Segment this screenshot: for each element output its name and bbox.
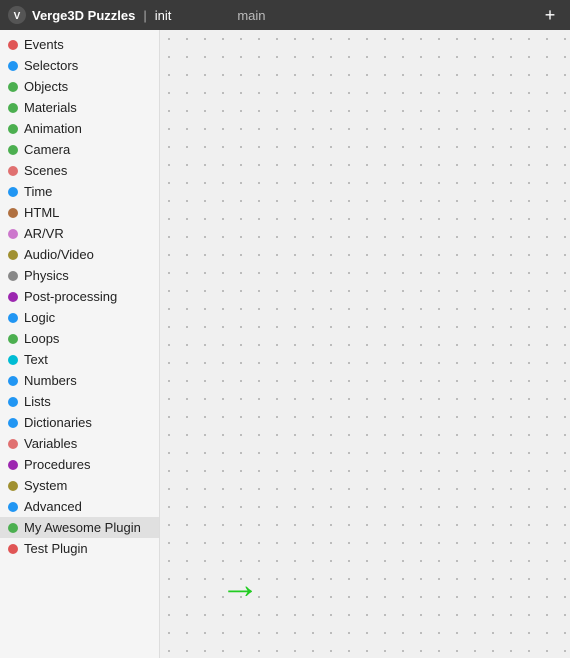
sidebar-item-lists[interactable]: Lists (0, 391, 159, 412)
header-divider: | (143, 8, 146, 23)
sidebar-label-objects: Objects (24, 79, 68, 94)
category-dot-text (8, 355, 18, 365)
sidebar-item-dictionaries[interactable]: Dictionaries (0, 412, 159, 433)
sidebar-item-post_processing[interactable]: Post-processing (0, 286, 159, 307)
category-dot-objects (8, 82, 18, 92)
category-dot-post_processing (8, 292, 18, 302)
sidebar-item-advanced[interactable]: Advanced (0, 496, 159, 517)
sidebar-item-physics[interactable]: Physics (0, 265, 159, 286)
category-dot-html (8, 208, 18, 218)
sidebar-label-lists: Lists (24, 394, 51, 409)
sidebar-item-scenes[interactable]: Scenes (0, 160, 159, 181)
sidebar-item-procedures[interactable]: Procedures (0, 454, 159, 475)
sidebar-label-ar_vr: AR/VR (24, 226, 64, 241)
sidebar-label-procedures: Procedures (24, 457, 90, 472)
sidebar-item-objects[interactable]: Objects (0, 76, 159, 97)
category-dot-dictionaries (8, 418, 18, 428)
sidebar-label-physics: Physics (24, 268, 69, 283)
sidebar-label-system: System (24, 478, 67, 493)
category-dot-variables (8, 439, 18, 449)
main-layout: Events Selectors Objects Materials Animation… (0, 30, 570, 658)
sidebar-label-logic: Logic (24, 310, 55, 325)
sidebar-label-camera: Camera (24, 142, 70, 157)
sidebar-label-test_plugin: Test Plugin (24, 541, 88, 556)
sidebar-label-my_awesome_plugin: My Awesome Plugin (24, 520, 141, 535)
category-dot-logic (8, 313, 18, 323)
sidebar-item-animation[interactable]: Animation (0, 118, 159, 139)
category-dot-audio_video (8, 250, 18, 260)
sidebar-item-html[interactable]: HTML (0, 202, 159, 223)
category-dot-advanced (8, 502, 18, 512)
category-dot-physics (8, 271, 18, 281)
sidebar-label-post_processing: Post-processing (24, 289, 117, 304)
sidebar-item-ar_vr[interactable]: AR/VR (0, 223, 159, 244)
sidebar-item-system[interactable]: System (0, 475, 159, 496)
sidebar-label-advanced: Advanced (24, 499, 82, 514)
category-dot-selectors (8, 61, 18, 71)
sidebar-item-text[interactable]: Text (0, 349, 159, 370)
arrow-indicator: ← (220, 563, 260, 608)
verge3d-logo-icon: V (8, 6, 26, 24)
svg-text:V: V (14, 11, 21, 22)
category-dot-test_plugin (8, 544, 18, 554)
app-title: Verge3D Puzzles (32, 8, 135, 23)
canvas-area[interactable]: ← (160, 30, 570, 658)
sidebar-label-text: Text (24, 352, 48, 367)
category-dot-scenes (8, 166, 18, 176)
category-dot-events (8, 40, 18, 50)
category-dot-lists (8, 397, 18, 407)
category-dot-loops (8, 334, 18, 344)
sidebar-item-logic[interactable]: Logic (0, 307, 159, 328)
category-dot-materials (8, 103, 18, 113)
sidebar-item-time[interactable]: Time (0, 181, 159, 202)
category-dot-numbers (8, 376, 18, 386)
add-tab-button[interactable]: + (538, 3, 562, 27)
sidebar-label-events: Events (24, 37, 64, 52)
category-dot-procedures (8, 460, 18, 470)
category-dot-animation (8, 124, 18, 134)
sidebar-label-audio_video: Audio/Video (24, 247, 94, 262)
sidebar-item-camera[interactable]: Camera (0, 139, 159, 160)
sidebar-label-numbers: Numbers (24, 373, 77, 388)
sidebar-label-variables: Variables (24, 436, 77, 451)
sidebar-label-selectors: Selectors (24, 58, 78, 73)
sidebar-label-html: HTML (24, 205, 59, 220)
sidebar-item-events[interactable]: Events (0, 34, 159, 55)
sidebar-item-materials[interactable]: Materials (0, 97, 159, 118)
sidebar-item-variables[interactable]: Variables (0, 433, 159, 454)
header: V Verge3D Puzzles | init main + (0, 0, 570, 30)
sidebar-item-my_awesome_plugin[interactable]: My Awesome Plugin (0, 517, 159, 538)
sidebar-item-numbers[interactable]: Numbers (0, 370, 159, 391)
tab-init[interactable]: init (155, 8, 172, 23)
category-dot-system (8, 481, 18, 491)
tab-main[interactable]: main (237, 8, 265, 23)
sidebar-item-selectors[interactable]: Selectors (0, 55, 159, 76)
category-dot-my_awesome_plugin (8, 523, 18, 533)
category-dot-ar_vr (8, 229, 18, 239)
sidebar-label-materials: Materials (24, 100, 77, 115)
sidebar-item-audio_video[interactable]: Audio/Video (0, 244, 159, 265)
sidebar-item-loops[interactable]: Loops (0, 328, 159, 349)
sidebar-label-loops: Loops (24, 331, 59, 346)
sidebar-label-animation: Animation (24, 121, 82, 136)
category-dot-camera (8, 145, 18, 155)
sidebar-label-time: Time (24, 184, 52, 199)
sidebar: Events Selectors Objects Materials Animation… (0, 30, 160, 658)
sidebar-label-dictionaries: Dictionaries (24, 415, 92, 430)
sidebar-label-scenes: Scenes (24, 163, 67, 178)
sidebar-item-test_plugin[interactable]: Test Plugin (0, 538, 159, 559)
category-dot-time (8, 187, 18, 197)
